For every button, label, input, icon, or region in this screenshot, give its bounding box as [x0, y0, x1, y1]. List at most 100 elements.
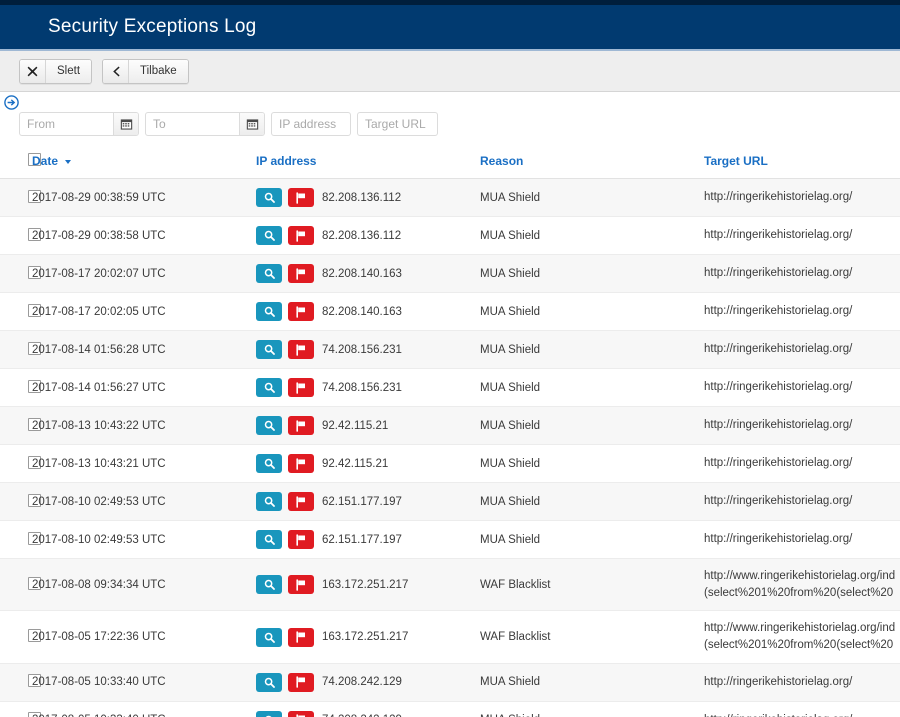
row-select-cell: [0, 292, 41, 331]
flag-icon[interactable]: [288, 416, 314, 435]
row-select-cell: [0, 558, 41, 612]
column-header-date-label: Date: [32, 154, 59, 168]
flag-icon[interactable]: [288, 627, 314, 647]
magnifier-icon[interactable]: [256, 226, 282, 245]
table-row[interactable]: 2017-08-10 02:49:53 UTC 62.151.177.197 MUA…: [0, 482, 900, 521]
flag-icon[interactable]: [288, 492, 314, 511]
magnifier-icon[interactable]: [256, 378, 282, 397]
table-row[interactable]: 2017-08-29 00:38:59 UTC 82.208.136.112 MUA…: [0, 178, 900, 217]
flag-icon[interactable]: [288, 454, 314, 473]
back-button-label: Tilbake: [129, 59, 188, 83]
ip-address-value: 74.208.242.129: [322, 676, 402, 689]
ip-address-filter-input[interactable]: [271, 112, 351, 136]
magnifier-icon[interactable]: [256, 340, 282, 359]
target-url-line: http://ringerikehistorielag.org/: [704, 419, 853, 432]
row-select-cell: [0, 406, 41, 445]
table-row[interactable]: 2017-08-17 20:02:07 UTC 82.208.140.163 MUA…: [0, 254, 900, 293]
target-url-line: http://ringerikehistorielag.org/: [704, 229, 853, 242]
ip-address-value: 82.208.140.163: [322, 267, 402, 280]
table-row[interactable]: 2017-08-14 01:56:27 UTC 74.208.156.231 MUA…: [0, 368, 900, 407]
flag-icon[interactable]: [288, 302, 314, 321]
flag-icon[interactable]: [288, 226, 314, 245]
filter-panel: [0, 92, 900, 145]
cell-date: 2017-08-08 09:34:34 UTC: [32, 558, 256, 612]
date-from-field[interactable]: [19, 112, 139, 136]
cell-target-url: http://www.ringerikehistorielag.org/ind (…: [704, 558, 900, 612]
flag-icon[interactable]: [288, 340, 314, 359]
table-row[interactable]: 2017-08-13 10:43:22 UTC 92.42.115.21 MUA S…: [0, 406, 900, 445]
table-row[interactable]: 2017-08-05 10:33:40 UTC 74.208.242.129 MUA…: [0, 663, 900, 702]
cell-reason: MUA Shield: [480, 701, 704, 717]
table-row[interactable]: 2017-08-10 02:49:53 UTC 62.151.177.197 MUA…: [0, 520, 900, 559]
flag-icon[interactable]: [288, 378, 314, 397]
chevron-left-icon: [103, 59, 130, 83]
calendar-icon[interactable]: [239, 113, 264, 135]
back-button[interactable]: Tilbake: [102, 58, 189, 84]
flag-icon[interactable]: [288, 188, 314, 207]
date-from-input[interactable]: [20, 113, 113, 135]
magnifier-icon[interactable]: [256, 492, 282, 511]
flag-icon[interactable]: [288, 575, 314, 595]
magnifier-icon[interactable]: [256, 710, 282, 717]
row-select-cell: [0, 254, 41, 293]
cell-reason: MUA Shield: [480, 520, 704, 559]
magnifier-icon[interactable]: [256, 454, 282, 473]
calendar-icon[interactable]: [113, 113, 138, 135]
cell-reason: MUA Shield: [480, 663, 704, 702]
cell-ip-address: 163.172.251.217: [256, 558, 480, 612]
flag-icon[interactable]: [288, 672, 314, 692]
ip-address-value: 74.208.156.231: [322, 343, 402, 356]
select-all-header: [0, 145, 41, 179]
magnifier-icon[interactable]: [256, 672, 282, 692]
target-url-line: (select%201%20from%20(select%20: [704, 639, 894, 652]
magnifier-icon[interactable]: [256, 264, 282, 283]
cell-ip-address: 92.42.115.21: [256, 444, 480, 483]
magnifier-icon[interactable]: [256, 627, 282, 647]
magnifier-icon[interactable]: [256, 530, 282, 549]
ip-address-value: 82.208.136.112: [322, 191, 402, 204]
column-header-date[interactable]: Date: [32, 145, 256, 179]
delete-button-label: Slett: [46, 59, 92, 83]
column-header-reason[interactable]: Reason: [480, 145, 704, 179]
target-url-line: (select%201%20from%20(select%20: [704, 586, 894, 599]
table-row[interactable]: 2017-08-05 10:33:40 UTC74.208.242.129MUA…: [0, 701, 900, 717]
date-to-field[interactable]: [145, 112, 265, 136]
magnifier-icon[interactable]: [256, 416, 282, 435]
table-row[interactable]: 2017-08-13 10:43:21 UTC 92.42.115.21 MUA S…: [0, 444, 900, 483]
cell-date: 2017-08-14 01:56:28 UTC: [32, 330, 256, 369]
column-header-url[interactable]: Target URL: [704, 145, 900, 179]
cell-target-url: http://ringerikehistorielag.org/: [704, 292, 900, 331]
cell-reason: MUA Shield: [480, 292, 704, 331]
magnifier-icon[interactable]: [256, 188, 282, 207]
target-url-line: http://ringerikehistorielag.org/: [704, 343, 853, 356]
table-row[interactable]: 2017-08-05 17:22:36 UTC 163.172.251.217 WA…: [0, 610, 900, 664]
delete-button[interactable]: Slett: [19, 58, 93, 84]
cell-date: 2017-08-05 10:33:40 UTC: [32, 663, 256, 702]
table-body: 2017-08-29 00:38:59 UTC 82.208.136.112 MUA…: [0, 178, 900, 717]
cell-target-url: http://ringerikehistorielag.org/: [704, 178, 900, 217]
circle-arrow-right-icon[interactable]: [4, 95, 19, 110]
table-row[interactable]: 2017-08-08 09:34:34 UTC 163.172.251.217 WA…: [0, 558, 900, 612]
table-row[interactable]: 2017-08-17 20:02:05 UTC 82.208.140.163 MUA…: [0, 292, 900, 331]
table-row[interactable]: 2017-08-29 00:38:58 UTC 82.208.136.112 MUA…: [0, 216, 900, 255]
cell-target-url: http://ringerikehistorielag.org/: [704, 216, 900, 255]
magnifier-icon[interactable]: [256, 302, 282, 321]
cell-ip-address: 62.151.177.197: [256, 482, 480, 521]
row-select-cell: [0, 444, 41, 483]
cell-date: 2017-08-14 01:56:27 UTC: [32, 368, 256, 407]
magnifier-icon[interactable]: [256, 575, 282, 595]
row-select-cell: [0, 330, 41, 369]
column-header-ip[interactable]: IP address: [256, 145, 480, 179]
target-url-line: http://www.ringerikehistorielag.org/ind: [704, 570, 896, 582]
flag-icon[interactable]: [288, 264, 314, 283]
flag-icon[interactable]: [288, 530, 314, 549]
target-url-filter-input[interactable]: [357, 112, 438, 136]
cell-ip-address: 82.208.140.163: [256, 292, 480, 331]
date-to-input[interactable]: [146, 113, 239, 135]
target-url-line: http://ringerikehistorielag.org/: [704, 305, 853, 318]
table-row[interactable]: 2017-08-14 01:56:28 UTC 74.208.156.231 MUA…: [0, 330, 900, 369]
flag-icon[interactable]: [288, 710, 314, 717]
cell-date: 2017-08-17 20:02:07 UTC: [32, 254, 256, 293]
cell-reason: MUA Shield: [480, 368, 704, 407]
row-select-cell: [0, 701, 41, 717]
